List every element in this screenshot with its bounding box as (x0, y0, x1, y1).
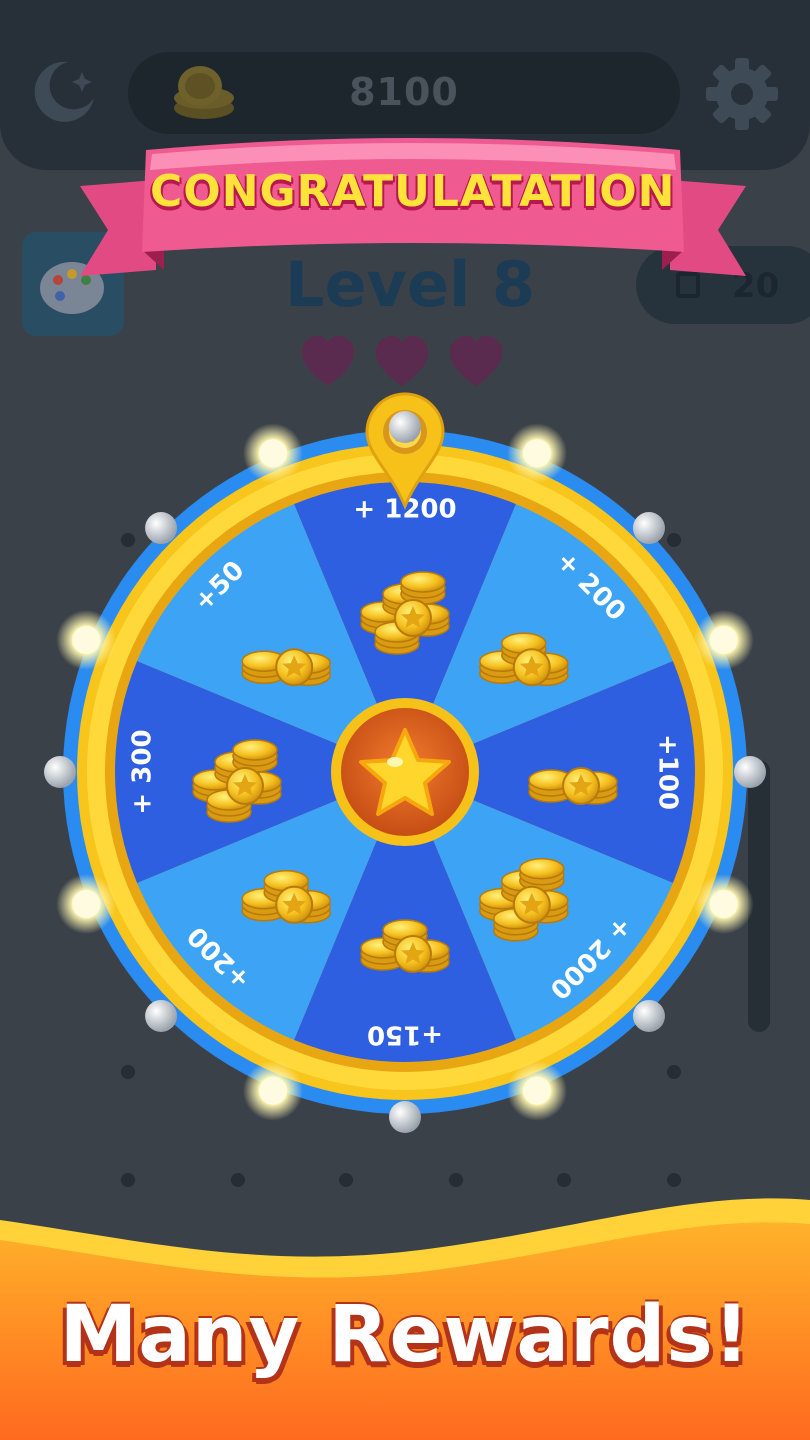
bulb-lit (56, 874, 117, 935)
bulb-lit (242, 1060, 303, 1121)
bulb-unlit (632, 512, 665, 545)
banner-title: CONGRATULATATION (150, 166, 676, 217)
spin-wheel[interactable]: + 1200+ 200+100+ 2000+150+200+ 300+50 (30, 392, 780, 1152)
bulb-unlit (44, 756, 76, 788)
bulb-lit (693, 609, 754, 670)
bulb-lit (507, 1060, 568, 1121)
bulb-unlit (734, 756, 766, 788)
wheel-segment-label: +150 (367, 1020, 443, 1050)
coin-stack-icon (528, 767, 618, 805)
bulb-unlit (389, 411, 421, 443)
bulb-unlit (145, 999, 178, 1032)
wheel-segment-label: +100 (653, 734, 683, 810)
bulb-lit (242, 423, 303, 484)
coin-stack-icon (241, 648, 331, 687)
bulb-unlit (632, 999, 665, 1032)
bulb-lit (693, 874, 754, 935)
wheel-segment-label: + 300 (128, 729, 158, 814)
bulb-lit (507, 423, 568, 484)
bulb-lit (56, 609, 117, 670)
footer-headline: Many Rewards! (59, 1290, 751, 1380)
bulb-unlit (389, 1101, 421, 1133)
bulb-unlit (145, 512, 178, 545)
